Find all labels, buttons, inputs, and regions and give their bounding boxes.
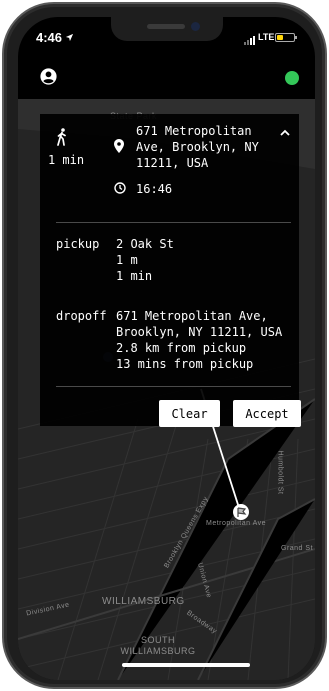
- map-label: Grand St: [281, 545, 314, 552]
- online-status-dot: [285, 71, 299, 85]
- destination-address: 671 Metropolitan Ave, Brooklyn, NY 11211…: [136, 124, 259, 170]
- pickup-label: pickup: [56, 237, 100, 251]
- battery-level: [277, 35, 283, 40]
- phone-frame: 4:46 LTE Metropolitan Ave WILLIAMSBURG S…: [2, 2, 327, 689]
- front-camera: [191, 22, 200, 31]
- map-label: WILLIAMSBURG: [102, 596, 185, 607]
- signal-bars-icon: [244, 36, 255, 45]
- dropoff-time: 13 mins from pickup: [116, 357, 254, 371]
- clear-button[interactable]: Clear: [159, 400, 220, 427]
- dropoff-address-line1: 671 Metropolitan Ave,: [116, 309, 268, 323]
- map-label: Humboldt St: [276, 450, 284, 495]
- dropoff-address-line2: Brooklyn, NY 11211, USA: [116, 325, 283, 339]
- map-label: SOUTH WILLIAMSBURG: [120, 635, 196, 656]
- dropoff-distance: 2.8 km from pickup: [116, 341, 247, 355]
- battery-icon: [275, 33, 297, 42]
- location-arrow-icon: [65, 33, 74, 42]
- app-bar: [18, 57, 315, 99]
- chevron-up-icon[interactable]: [278, 126, 292, 140]
- pickup-time: 1 min: [116, 269, 153, 283]
- pickup-distance: 1 m: [116, 253, 138, 267]
- divider: [56, 222, 291, 223]
- accept-button[interactable]: Accept: [233, 400, 301, 427]
- phone-screen: 4:46 LTE Metropolitan Ave WILLIAMSBURG S…: [18, 17, 315, 680]
- network-type: LTE: [258, 32, 275, 42]
- dropoff-label: dropoff: [56, 309, 107, 323]
- status-time: 4:46: [36, 30, 74, 45]
- divider: [56, 386, 291, 387]
- pickup-address: 2 Oak St: [116, 237, 174, 251]
- home-indicator[interactable]: [122, 663, 250, 667]
- map-label: Metropolitan Ave: [206, 520, 267, 527]
- account-circle-icon[interactable]: [40, 68, 57, 85]
- location-pin-icon: [114, 139, 124, 153]
- eta-label: 1 min: [47, 153, 85, 167]
- ride-request-card: 1 min 671 Metropolitan Ave, Brooklyn, NY…: [40, 114, 301, 427]
- walking-person-icon: [57, 128, 66, 146]
- clock-icon: [114, 182, 126, 194]
- notch: [111, 17, 223, 41]
- arrival-time: 16:46: [136, 182, 173, 196]
- speaker-grille: [147, 24, 185, 29]
